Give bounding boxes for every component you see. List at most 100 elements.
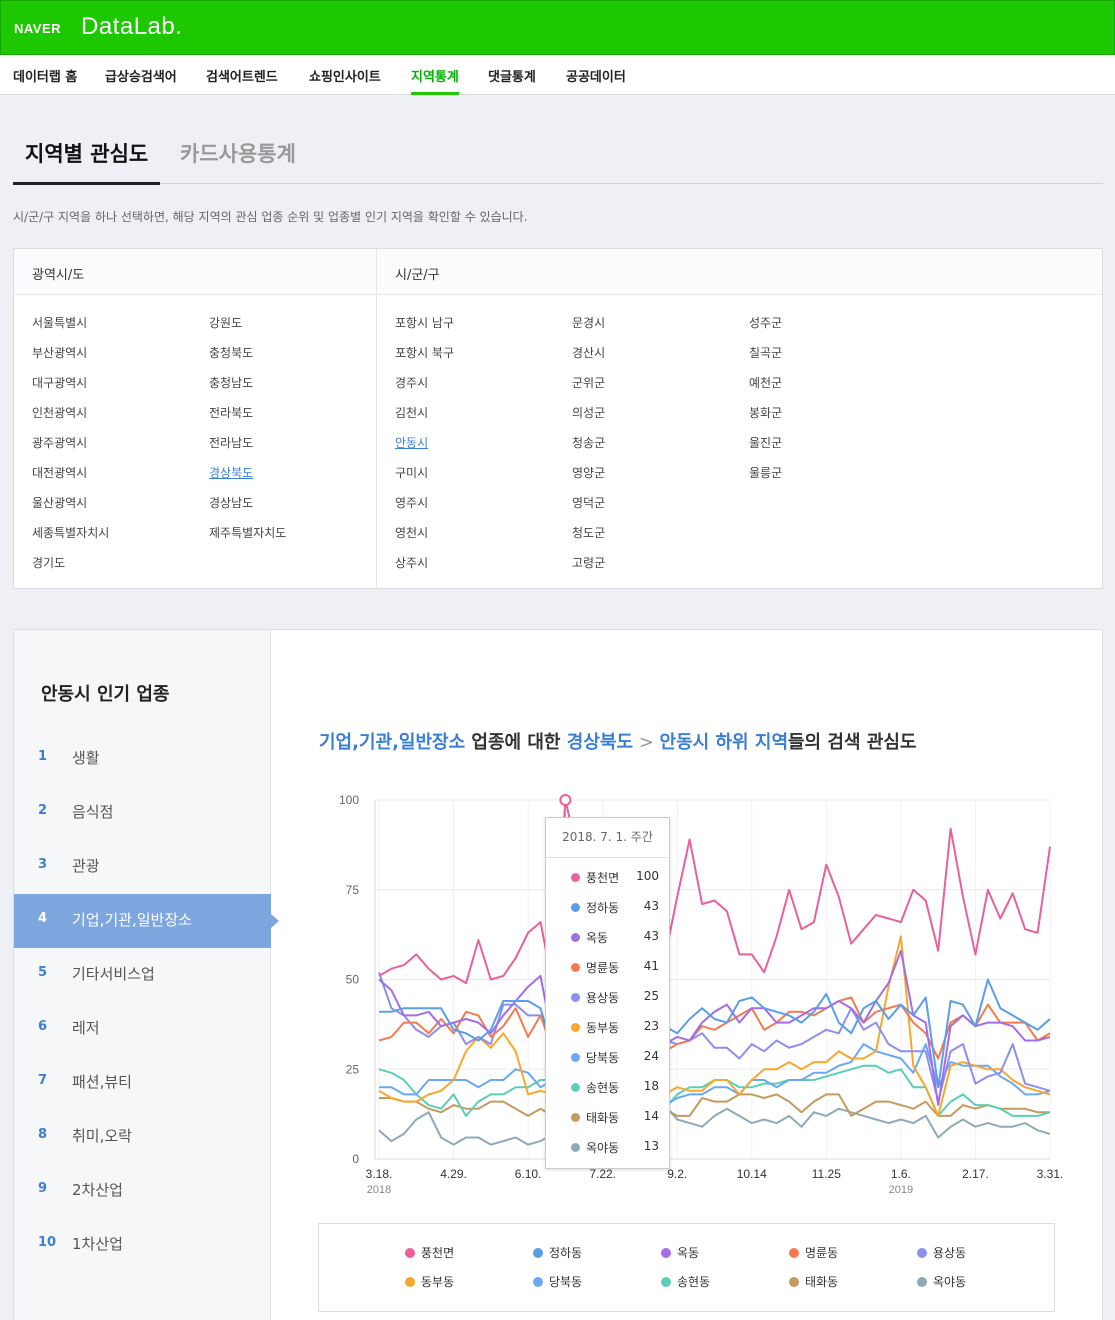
region-link[interactable]: 영양군 [572,464,605,481]
tooltip-dot-icon [571,1023,580,1032]
tooltip-series-value: 23 [643,1019,659,1033]
tooltip-row: 동부동 23 [546,1013,669,1043]
gnb-item-4[interactable]: 쇼핑인사이트 [309,66,381,85]
region-link[interactable]: 청도군 [572,524,605,541]
region-link[interactable]: 문경시 [572,314,605,331]
legend-item[interactable]: 풍천면 [405,1244,515,1262]
region-link[interactable]: 봉화군 [749,404,782,421]
region-link[interactable]: 예천군 [749,374,782,391]
region-link[interactable]: 울산광역시 [32,494,87,511]
region-link[interactable]: 경주시 [395,374,428,391]
region-link[interactable]: 인천광역시 [32,404,87,421]
rank-label: 1차산업 [72,1235,123,1253]
rank-label: 레저 [72,1019,100,1037]
gnb-item-6[interactable]: 댓글통계 [488,66,536,85]
industry-rank-item[interactable]: 10 1차산업 [14,1218,271,1272]
region-link[interactable]: 충청남도 [209,374,253,391]
industry-rank-item[interactable]: 8 취미,오락 [14,1110,271,1164]
x-tick-label: 3.18. [366,1167,393,1181]
region-link[interactable]: 경상북도 [209,464,253,481]
legend-item[interactable]: 옥동 [661,1244,771,1262]
region-link[interactable]: 영주시 [395,494,428,511]
region-link[interactable]: 영천시 [395,524,428,541]
region-link[interactable]: 서울특별시 [32,314,87,331]
region-link[interactable]: 포항시 북구 [395,344,454,361]
rank-label: 패션,뷰티 [72,1073,132,1091]
region-link[interactable]: 경산시 [572,344,605,361]
region-link[interactable]: 청송군 [572,434,605,451]
industry-rank-item[interactable]: 3 관광 [14,840,271,894]
region-link[interactable]: 구미시 [395,464,428,481]
region-link[interactable]: 울릉군 [749,464,782,481]
tab-card-stats[interactable]: 카드사용통계 [180,138,296,168]
region-link[interactable]: 경기도 [32,554,65,571]
gnb-item-3[interactable]: 검색어트렌드 [206,66,278,85]
x-tick-label: 3.31. [1037,1167,1064,1181]
region-link[interactable]: 상주시 [395,554,428,571]
industry-rank-item[interactable]: 5 기타서비스업 [14,948,271,1002]
x-tick-label: 1.6. [891,1167,911,1181]
chart-title-province[interactable]: 경상북도 [567,732,633,753]
y-tick-label: 75 [346,883,360,897]
region-link[interactable]: 의성군 [572,404,605,421]
region-link[interactable]: 영덕군 [572,494,605,511]
region-link[interactable]: 울진군 [749,434,782,451]
region-link[interactable]: 김천시 [395,404,428,421]
chart-title-text2: 들의 검색 관심도 [788,732,917,753]
x-tick-label: 9.2. [667,1167,687,1181]
industry-rank-item[interactable]: 2 음식점 [14,786,271,840]
legend-item[interactable]: 정하동 [533,1244,643,1262]
series-line[interactable] [378,949,1051,1107]
legend-item[interactable]: 송현동 [661,1273,771,1291]
legend-item[interactable]: 옥야동 [917,1273,1027,1291]
region-link[interactable]: 안동시 [395,434,428,451]
naver-logo[interactable]: NAVER [14,21,61,36]
tooltip-series-value: 24 [643,1049,659,1063]
rank-number: 5 [38,965,48,980]
line-chart[interactable]: 0 25 50 75 100 3.18. 4.29. 6.10. 7.22. 9.2. 10.14 1… [304,780,1074,1200]
industry-rank-item[interactable]: 6 레저 [14,1002,271,1056]
legend-item[interactable]: 태화동 [789,1273,899,1291]
industry-rank-item[interactable]: 9 2차산업 [14,1164,271,1218]
gnb-item-2[interactable]: 급상승검색어 [105,66,177,85]
region-link[interactable]: 군위군 [572,374,605,391]
region-link[interactable]: 충청북도 [209,344,253,361]
tab-regional-interest[interactable]: 지역별 관심도 [25,138,148,168]
region-link[interactable]: 광주광역시 [32,434,87,451]
legend-label: 정하동 [549,1246,583,1260]
legend-item[interactable]: 동부동 [405,1273,515,1291]
industry-rank-item[interactable]: 7 패션,뷰티 [14,1056,271,1110]
region-link[interactable]: 부산광역시 [32,344,87,361]
chart-title-industry[interactable]: 기업,기관,일반장소 [319,732,465,753]
legend-item[interactable]: 용상동 [917,1244,1027,1262]
region-link[interactable]: 제주특별자치도 [209,524,286,541]
region-link[interactable]: 성주군 [749,314,782,331]
region-link[interactable]: 경상남도 [209,494,253,511]
region-link[interactable]: 포항시 남구 [395,314,454,331]
region-link[interactable]: 고령군 [572,554,605,571]
region-link[interactable]: 세종특별자치시 [32,524,109,541]
industry-rank-item[interactable]: 1 생활 [14,732,271,786]
tooltip-row: 옥동 43 [546,923,669,953]
chart-title-subregion[interactable]: 안동시 하위 지역 [660,732,788,753]
gnb-item-1[interactable]: 데이터랩 홈 [13,66,77,85]
legend-label: 태화동 [805,1275,839,1289]
x-tick-label: 6.10. [515,1167,542,1181]
gnb-item-7[interactable]: 공공데이터 [566,66,626,85]
region-link[interactable]: 강원도 [209,314,242,331]
gnb-item-5[interactable]: 지역통계 [411,66,459,85]
legend-item[interactable]: 명륜동 [789,1244,899,1262]
industry-rank-item[interactable]: 4 기업,기관,일반장소 [14,894,279,948]
region-link[interactable]: 전라북도 [209,404,253,421]
series-line[interactable] [378,1104,1051,1146]
region-link[interactable]: 대전광역시 [32,464,87,481]
tooltip-series-name: 태화동 [586,1111,620,1125]
region-link[interactable]: 칠곡군 [749,344,782,361]
legend-item[interactable]: 당북동 [533,1273,643,1291]
legend-dot-icon [789,1248,799,1258]
chart-legend: 풍천면 정하동 옥동 명륜동 용상동동부동 당북동 송현동 태화동 옥야동 [318,1223,1055,1312]
region-link[interactable]: 대구광역시 [32,374,87,391]
rank-label: 기업,기관,일반장소 [72,911,192,929]
datalab-logo[interactable]: DataLab. [81,13,182,41]
region-link[interactable]: 전라남도 [209,434,253,451]
